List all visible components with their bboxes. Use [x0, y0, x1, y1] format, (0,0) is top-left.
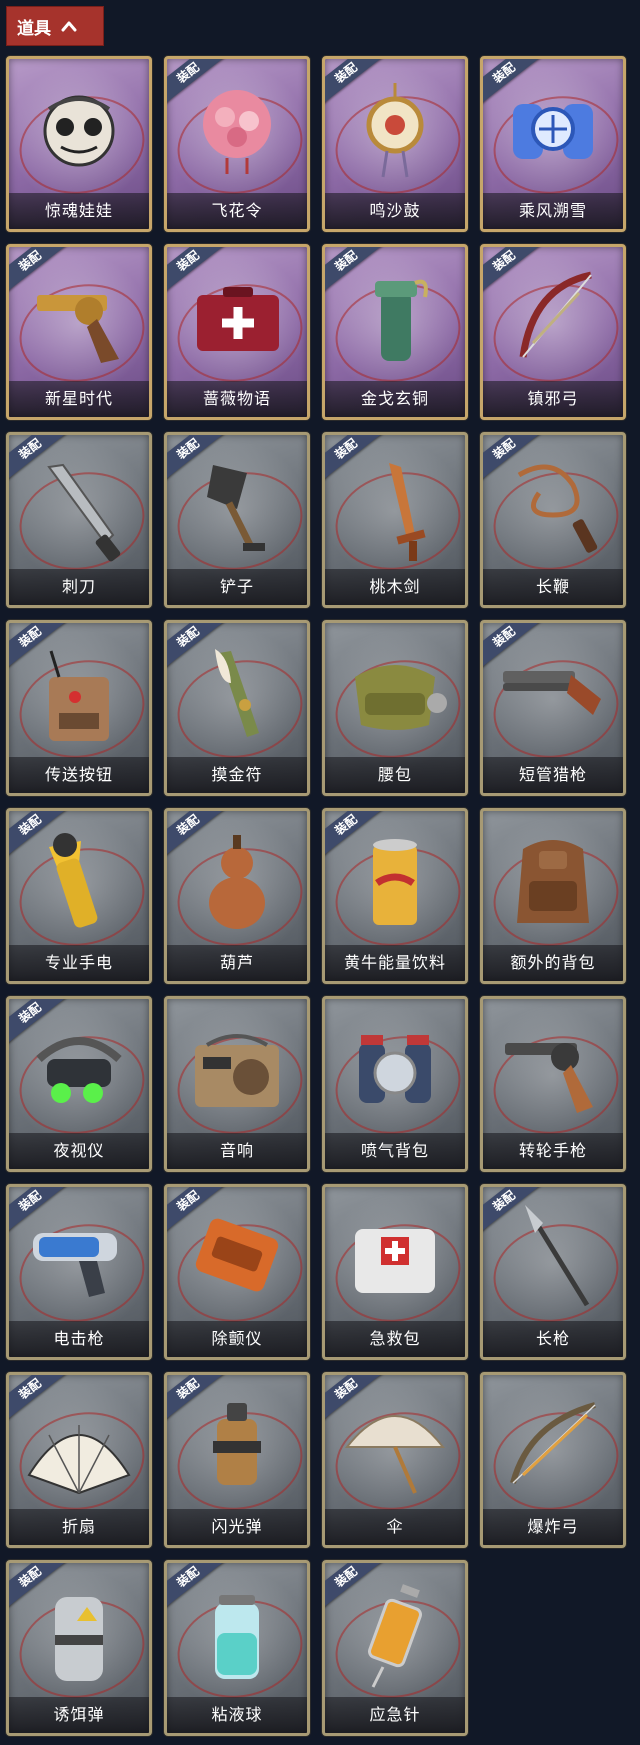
- item-label: 镇邪弓: [483, 381, 623, 417]
- item-card[interactable]: 爆炸弓: [480, 1372, 626, 1548]
- item-card[interactable]: 折扇 装配: [6, 1372, 152, 1548]
- item-label: 短管猎枪: [483, 757, 623, 793]
- item-card[interactable]: 长枪 装配: [480, 1184, 626, 1360]
- item-card[interactable]: 摸金符 装配: [164, 620, 310, 796]
- item-label: 蔷薇物语: [167, 381, 307, 417]
- item-card[interactable]: 传送按钮 装配: [6, 620, 152, 796]
- item-label: 长鞭: [483, 569, 623, 605]
- item-label: 长枪: [483, 1321, 623, 1357]
- item-card[interactable]: 乘风溯雪 装配: [480, 56, 626, 232]
- item-card[interactable]: 短管猎枪 装配: [480, 620, 626, 796]
- skull-doll-icon: [9, 59, 149, 194]
- item-card[interactable]: 夜视仪 装配: [6, 996, 152, 1172]
- item-card[interactable]: 刺刀 装配: [6, 432, 152, 608]
- item-card[interactable]: 专业手电 装配: [6, 808, 152, 984]
- item-label: 爆炸弓: [483, 1509, 623, 1545]
- item-label: 急救包: [325, 1321, 465, 1357]
- item-grid: 惊魂娃娃 飞花令 装配 鸣沙鼓 装配 乘风溯雪 装配新星时代 装配 蔷薇物语 装配 金戈玄铜 装配 镇邪…: [0, 0, 640, 1745]
- item-label: 腰包: [325, 757, 465, 793]
- item-label: 专业手电: [9, 945, 149, 981]
- item-card[interactable]: 铲子 装配: [164, 432, 310, 608]
- item-card[interactable]: 镇邪弓 装配: [480, 244, 626, 420]
- item-label: 电击枪: [9, 1321, 149, 1357]
- item-label: 惊魂娃娃: [9, 193, 149, 229]
- item-label: 夜视仪: [9, 1133, 149, 1169]
- item-card[interactable]: 桃木剑 装配: [322, 432, 468, 608]
- item-label: 折扇: [9, 1509, 149, 1545]
- item-label: 喷气背包: [325, 1133, 465, 1169]
- item-card[interactable]: 金戈玄铜 装配: [322, 244, 468, 420]
- item-card[interactable]: 诱饵弹 装配: [6, 1560, 152, 1736]
- item-card[interactable]: 飞花令 装配: [164, 56, 310, 232]
- item-label: 金戈玄铜: [325, 381, 465, 417]
- waist-bag-icon: [325, 623, 465, 758]
- item-label: 摸金符: [167, 757, 307, 793]
- item-label: 桃木剑: [325, 569, 465, 605]
- item-label: 额外的背包: [483, 945, 623, 981]
- item-card[interactable]: 长鞭 装配: [480, 432, 626, 608]
- item-card[interactable]: 除颤仪 装配: [164, 1184, 310, 1360]
- backpack-icon: [483, 811, 623, 946]
- item-label: 新星时代: [9, 381, 149, 417]
- item-label: 粘液球: [167, 1697, 307, 1733]
- item-label: 应急针: [325, 1697, 465, 1733]
- item-card[interactable]: 惊魂娃娃: [6, 56, 152, 232]
- explosive-bow-icon: [483, 1375, 623, 1510]
- item-label: 伞: [325, 1509, 465, 1545]
- first-aid-kit-icon: [325, 1187, 465, 1322]
- item-card[interactable]: 蔷薇物语 装配: [164, 244, 310, 420]
- item-card[interactable]: 额外的背包: [480, 808, 626, 984]
- item-card[interactable]: 电击枪 装配: [6, 1184, 152, 1360]
- item-card[interactable]: 新星时代 装配: [6, 244, 152, 420]
- item-label: 黄牛能量饮料: [325, 945, 465, 981]
- item-card[interactable]: 应急针 装配: [322, 1560, 468, 1736]
- item-label: 鸣沙鼓: [325, 193, 465, 229]
- radio-speaker-icon: [167, 999, 307, 1134]
- item-label: 转轮手枪: [483, 1133, 623, 1169]
- jetpack-icon: [325, 999, 465, 1134]
- item-card[interactable]: 闪光弹 装配: [164, 1372, 310, 1548]
- revolver-icon: [483, 999, 623, 1134]
- item-label: 传送按钮: [9, 757, 149, 793]
- item-label: 飞花令: [167, 193, 307, 229]
- item-label: 葫芦: [167, 945, 307, 981]
- item-label: 音响: [167, 1133, 307, 1169]
- item-label: 除颤仪: [167, 1321, 307, 1357]
- item-label: 诱饵弹: [9, 1697, 149, 1733]
- item-label: 铲子: [167, 569, 307, 605]
- item-card[interactable]: 喷气背包: [322, 996, 468, 1172]
- item-label: 刺刀: [9, 569, 149, 605]
- item-card[interactable]: 腰包: [322, 620, 468, 796]
- item-card[interactable]: 音响: [164, 996, 310, 1172]
- item-card[interactable]: 葫芦 装配: [164, 808, 310, 984]
- item-card[interactable]: 伞装配: [322, 1372, 468, 1548]
- item-card[interactable]: 转轮手枪: [480, 996, 626, 1172]
- item-card[interactable]: 粘液球 装配: [164, 1560, 310, 1736]
- item-card[interactable]: 鸣沙鼓 装配: [322, 56, 468, 232]
- item-label: 乘风溯雪: [483, 193, 623, 229]
- item-label: 闪光弹: [167, 1509, 307, 1545]
- item-card[interactable]: 急救包: [322, 1184, 468, 1360]
- item-card[interactable]: 黄牛能量饮料 装配: [322, 808, 468, 984]
